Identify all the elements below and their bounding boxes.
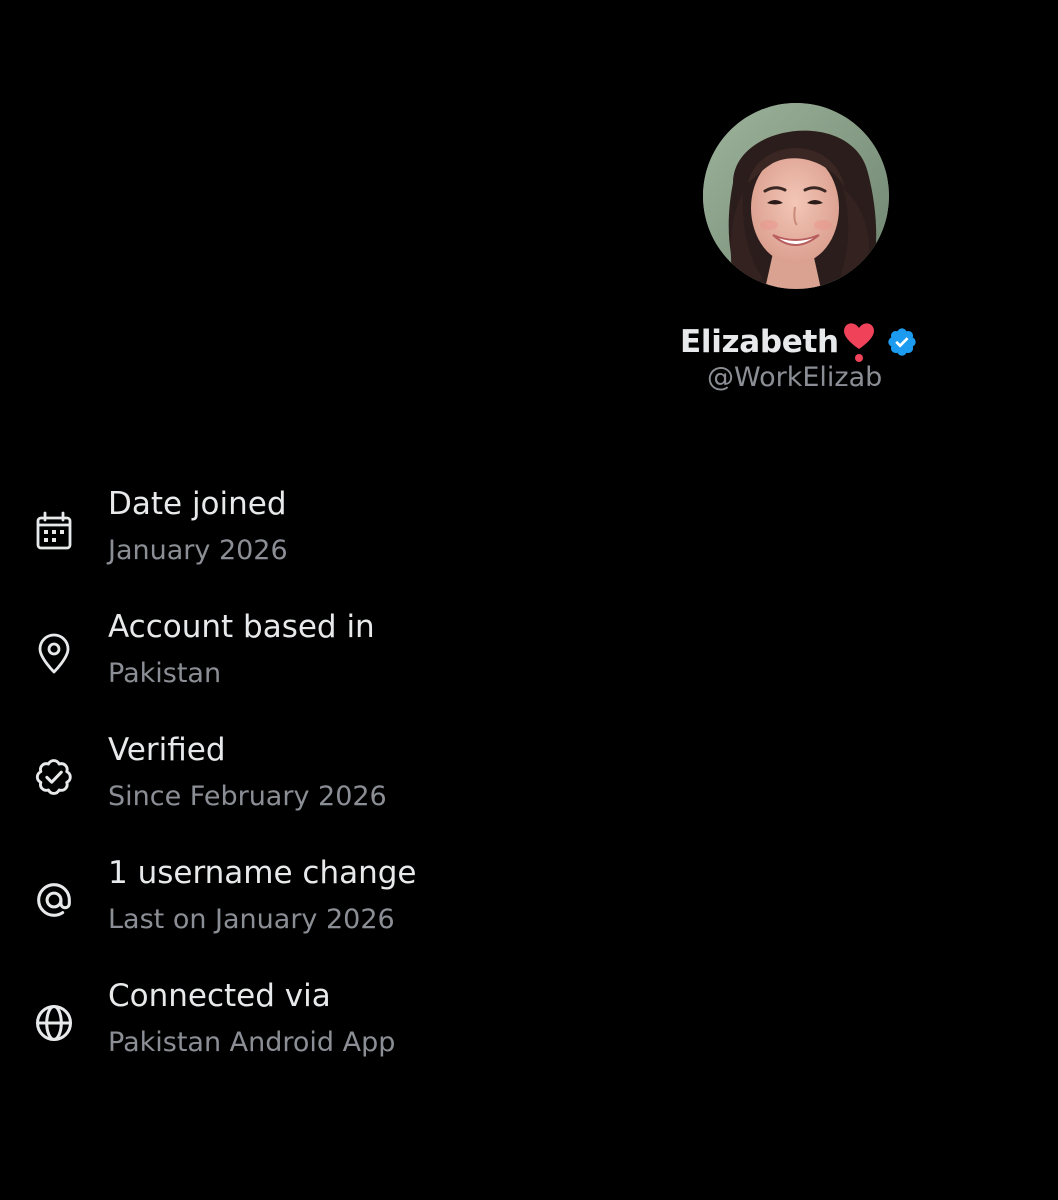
account-info-list: Date joined January 2026 Account based i… <box>0 480 1058 1095</box>
at-sign-icon <box>31 877 77 923</box>
info-subtitle: January 2026 <box>108 535 288 566</box>
info-subtitle: Since February 2026 <box>108 781 387 812</box>
calendar-icon <box>31 508 77 554</box>
info-item-username-change: 1 username change Last on January 2026 <box>0 849 1058 972</box>
info-title: Connected via <box>108 978 331 1014</box>
globe-icon <box>31 1000 77 1046</box>
info-item-verified: Verified Since February 2026 <box>0 726 1058 849</box>
info-item-account-based-in: Account based in Pakistan <box>0 603 1058 726</box>
info-title: Date joined <box>108 486 287 522</box>
location-pin-icon <box>31 631 77 677</box>
info-subtitle: Last on January 2026 <box>108 904 395 935</box>
name-container: Elizabeth <box>680 320 918 364</box>
name-row: Elizabeth <box>0 320 1058 364</box>
verified-badge-icon[interactable] <box>886 326 918 358</box>
info-subtitle: Pakistan <box>108 658 222 689</box>
avatar-image <box>703 103 889 289</box>
info-item-date-joined: Date joined January 2026 <box>0 480 1058 603</box>
info-subtitle: Pakistan Android App <box>108 1027 396 1058</box>
info-title: 1 username change <box>108 855 417 891</box>
display-name: Elizabeth <box>680 324 839 360</box>
avatar[interactable] <box>703 103 889 289</box>
user-handle: @WorkElizab <box>707 362 883 393</box>
info-title: Verified <box>108 732 226 768</box>
heart-exclamation-icon <box>840 321 878 363</box>
info-item-connected-via: Connected via Pakistan Android App <box>0 972 1058 1095</box>
profile-header: Elizabeth @WorkElizab <box>0 0 1058 420</box>
verified-outline-icon <box>31 754 77 800</box>
info-title: Account based in <box>108 609 375 645</box>
